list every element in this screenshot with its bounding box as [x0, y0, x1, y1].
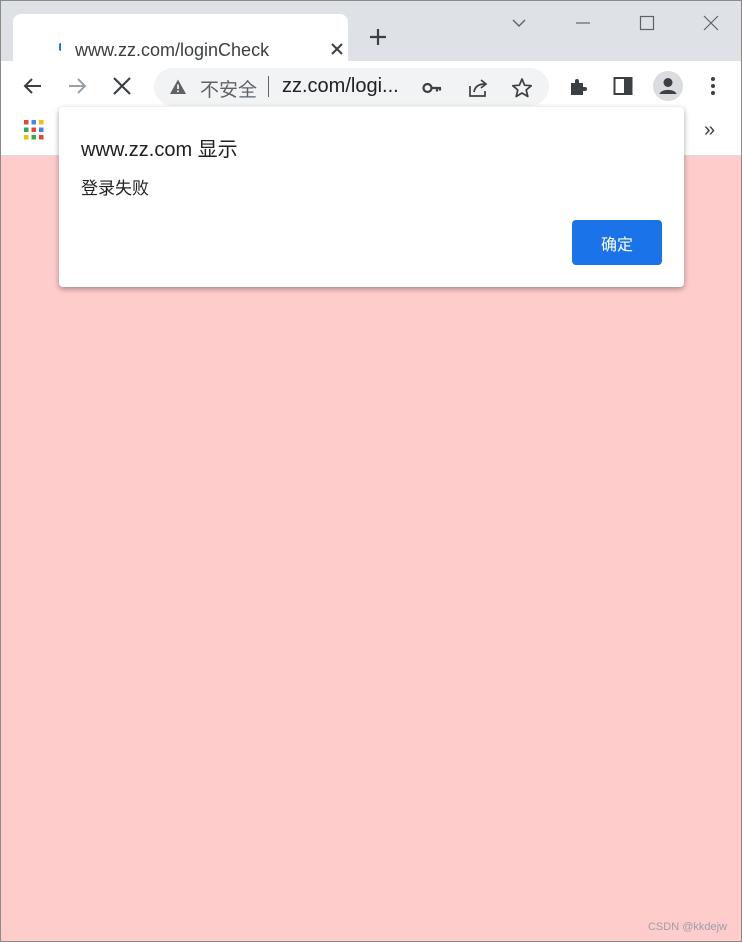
bookmark-star-icon[interactable]	[511, 77, 533, 99]
more-menu-icon[interactable]	[701, 74, 725, 98]
browser-toolbar: 不安全 zz.com/logi...	[1, 61, 741, 111]
watermark: CSDN @kkdejw	[647, 921, 727, 933]
bookmarks-overflow-button[interactable]: »	[704, 119, 715, 142]
key-icon[interactable]	[421, 77, 443, 99]
tab-strip: www.zz.com/loginCheck	[1, 1, 741, 61]
dialog-message: 登录失败	[81, 179, 149, 198]
alert-dialog: www.zz.com 显示 登录失败 确定	[59, 107, 684, 287]
window-close-icon[interactable]	[701, 13, 721, 33]
omnibox-divider	[268, 76, 269, 97]
ok-button[interactable]: 确定	[572, 220, 662, 265]
forward-arrow-icon[interactable]	[65, 74, 89, 98]
url-text[interactable]: zz.com/logi...	[282, 75, 399, 98]
maximize-icon[interactable]	[637, 13, 657, 33]
browser-window: www.zz.com/loginCheck 不安全 zz.com/logi...…	[0, 0, 742, 942]
address-bar[interactable]: 不安全 zz.com/logi...	[154, 68, 549, 106]
back-arrow-icon[interactable]	[21, 74, 45, 98]
minimize-icon[interactable]	[573, 13, 593, 33]
warning-icon[interactable]	[169, 78, 187, 96]
loading-spinner-icon	[59, 43, 63, 51]
tab-active[interactable]: www.zz.com/loginCheck	[13, 14, 348, 61]
share-icon[interactable]	[467, 77, 489, 99]
security-label[interactable]: 不安全	[200, 75, 257, 102]
dialog-title: www.zz.com 显示	[81, 139, 238, 161]
tab-search-chevron-icon[interactable]	[509, 13, 529, 33]
side-panel-icon[interactable]	[611, 74, 635, 98]
tab-title: www.zz.com/loginCheck	[75, 40, 270, 60]
new-tab-icon[interactable]	[367, 26, 389, 48]
close-tab-icon[interactable]	[327, 39, 347, 59]
profile-avatar-icon[interactable]	[653, 71, 683, 101]
apps-grid-icon[interactable]	[24, 120, 44, 140]
extensions-puzzle-icon[interactable]	[567, 74, 591, 98]
stop-loading-icon[interactable]	[110, 74, 134, 98]
